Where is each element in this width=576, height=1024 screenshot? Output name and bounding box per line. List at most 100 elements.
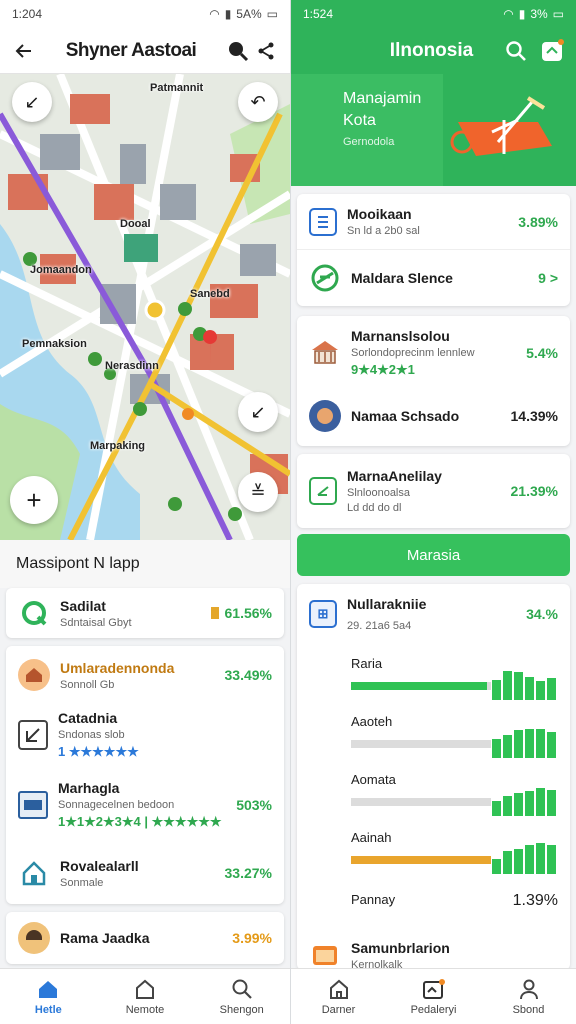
- spark-bar: [547, 678, 556, 700]
- item-sub: Sonnagecelnen bedoon: [58, 799, 175, 811]
- bar-label: Pannay: [351, 892, 396, 907]
- nav-darner-label: Darner: [321, 1003, 356, 1016]
- right-screen: 1:524 ◠ ▮ 3% ▭ Ilnonosia Manajamin Kota …: [290, 0, 576, 1024]
- layers-button[interactable]: ≚: [238, 472, 278, 512]
- list-item[interactable]: Namaa Schsado 14.39%: [297, 390, 570, 442]
- banner-line3: Gernodola: [343, 136, 395, 148]
- compass-button[interactable]: ↙: [12, 82, 52, 122]
- nav-pedaleryi[interactable]: Pedaleryi: [386, 969, 481, 1024]
- spark-bar: [525, 728, 534, 758]
- spark-bar: [503, 795, 512, 816]
- item-name: MarnaAnelilay: [347, 468, 442, 484]
- share-icon[interactable]: [252, 37, 280, 65]
- item-rating: 1 ★★★★★★: [58, 744, 139, 759]
- app-header: Shyner Aastoai: [0, 28, 290, 74]
- page-title: Shyner Aastoai: [65, 39, 197, 61]
- list-item[interactable]: Umlaradennonda Sonnoll Gb 33.49%: [6, 646, 284, 704]
- nav-search[interactable]: Shengon: [193, 969, 290, 1024]
- item-name: Rama Jaadka: [60, 930, 150, 946]
- list-item[interactable]: Marnanslsolou Sorlondoprecinm lennlew 9★…: [297, 316, 570, 390]
- bar-row[interactable]: Aaoteh: [297, 702, 570, 760]
- navigate-icon: ↙: [250, 401, 266, 422]
- document-icon: [309, 207, 337, 236]
- banner-line2: Kota: [343, 112, 376, 129]
- plus-icon: +: [26, 484, 42, 515]
- item-name: Marnanslsolou: [351, 328, 450, 344]
- item-value: 14.39%: [510, 408, 558, 424]
- summary-sub: Sdntaisal Gbyt: [60, 616, 132, 629]
- list-item: MarnaAnelilay Slnloonoalsa Ld dd do dl 2…: [297, 454, 570, 528]
- avatar: [18, 922, 50, 954]
- list-item[interactable]: Marhagla Sonnagecelnen bedoon 1★1★2★3★4 …: [6, 766, 284, 844]
- leaf-icon: [309, 262, 341, 294]
- item-value: 3.89%: [518, 213, 558, 230]
- spark-bar: [547, 731, 556, 758]
- item-rating: 9★4★2★1: [351, 362, 415, 377]
- folder-icon: [309, 939, 341, 971]
- map-label: Pemnaksion: [22, 338, 87, 350]
- map-graphic: [0, 74, 290, 540]
- nav-home-label: Hetle: [34, 1003, 62, 1016]
- person-icon: [519, 979, 538, 999]
- battery-text: 3%: [530, 7, 548, 21]
- signal-icon: ▮: [518, 7, 526, 21]
- building-outline-icon: [329, 979, 348, 999]
- item-sub: Sndonas slob: [58, 729, 125, 741]
- search-icon[interactable]: [502, 37, 530, 65]
- summary-value: 61.56%: [224, 605, 272, 621]
- spark-bar: [514, 672, 523, 700]
- nav-remote[interactable]: Nemote: [97, 969, 194, 1024]
- item-value: 5.4%: [526, 345, 558, 361]
- bar-fill: [351, 856, 491, 864]
- back-arrow-icon[interactable]: [10, 37, 38, 65]
- list-card: Umlaradennonda Sonnoll Gb 33.49% Catadni…: [6, 646, 284, 904]
- zoom-in-button[interactable]: +: [10, 476, 58, 524]
- item-value: 503%: [236, 797, 272, 813]
- spark-bar: [536, 728, 545, 758]
- navigate-button[interactable]: ↙: [238, 392, 278, 432]
- nav-home[interactable]: Hetle: [0, 969, 97, 1024]
- pannay-row[interactable]: Pannay 1.39%: [297, 876, 570, 930]
- layers-icon: ≚: [250, 481, 266, 502]
- search-icon[interactable]: [224, 37, 252, 65]
- spark-bar: [492, 739, 501, 758]
- list-item[interactable]: Rovalealarll Sonmale 33.27%: [6, 844, 284, 902]
- bar-track: [351, 682, 491, 690]
- stats-card[interactable]: MarnaAnelilay Slnloonoalsa Ld dd do dl 2…: [297, 454, 570, 528]
- rotate-icon: ↶: [250, 91, 266, 112]
- arrow-diagonal-icon: ↙: [24, 91, 40, 112]
- nav-darner[interactable]: Darner: [291, 969, 386, 1024]
- list-item[interactable]: Rama Jaadka 3.99%: [6, 912, 284, 964]
- summary-card[interactable]: Sadilat Sdntaisal Gbyt 61.56%: [6, 588, 284, 638]
- bar-row[interactable]: Aainah: [297, 818, 570, 876]
- spark-bar: [492, 859, 501, 874]
- bar-row[interactable]: Raria: [297, 644, 570, 702]
- list-item[interactable]: Maldara Slence 9 >: [297, 250, 570, 306]
- status-bar: 1:204 ◠ ▮ 5A% ▭: [0, 0, 290, 28]
- map-view[interactable]: Patmannit Dooal Jomaandon Sanebd Pemnaks…: [0, 74, 290, 540]
- item-name: Namaa Schsado: [351, 408, 460, 424]
- nav-profile[interactable]: Sbond: [481, 969, 576, 1024]
- item-name: Umlaradennonda: [60, 659, 175, 676]
- map-label: Jomaandon: [30, 264, 92, 276]
- map-label: Sanebd: [190, 288, 230, 300]
- spark-bar: [514, 849, 523, 874]
- item-rating: 1★1★2★3★4 | ★★★★★★: [58, 814, 222, 829]
- item-name: Marhagla: [58, 780, 120, 796]
- item-sub: Sonmale: [60, 876, 104, 889]
- notification-icon[interactable]: [538, 37, 566, 65]
- spark-bar: [525, 676, 534, 700]
- bar-row[interactable]: Aomata: [297, 760, 570, 818]
- rotate-button[interactable]: ↶: [238, 82, 278, 122]
- calculator-icon: ⊞: [309, 600, 337, 628]
- bar-rows: Raria Aaoteh Aomata Aainah: [297, 644, 570, 876]
- spark-bar: [547, 789, 556, 816]
- spark-bar: [536, 843, 545, 874]
- sparkline: [492, 840, 556, 874]
- promo-banner[interactable]: Manajamin Kota Gernodola: [291, 74, 576, 186]
- primary-button[interactable]: Marasia: [297, 534, 570, 576]
- list-item[interactable]: Catadnia Sndonas slob 1 ★★★★★★: [6, 704, 284, 766]
- list-item[interactable]: Mooikaan Sn ld a 2b0 sal 3.89%: [297, 194, 570, 250]
- bar-value: 1.39%: [512, 892, 558, 909]
- battery-icon: ▭: [266, 7, 278, 21]
